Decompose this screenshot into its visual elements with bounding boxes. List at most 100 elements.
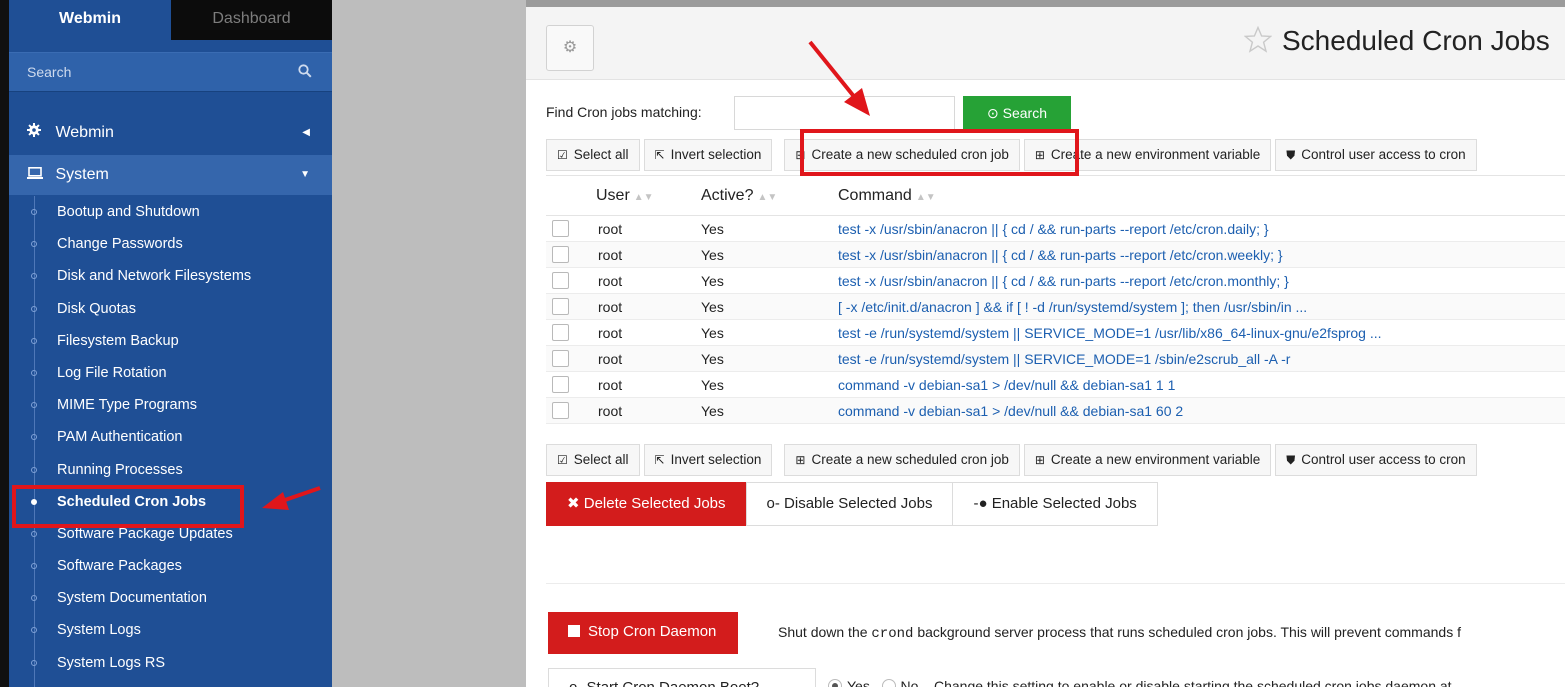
sidebar-item-change-passwords[interactable]: Change Passwords [9, 228, 332, 260]
create-env-var-button[interactable]: ⊞ Create a new environment variable [1023, 444, 1272, 476]
cell-active: Yes [701, 397, 838, 424]
check-circle-icon: ⊙ [987, 104, 999, 121]
stop-desc-pre: Shut down the [778, 624, 868, 640]
table-row: root Yes test -x /usr/sbin/anacron || { cd… [546, 241, 1565, 268]
checkbox-icon: ☑ [557, 148, 568, 162]
times-circle-icon: ✖ [567, 495, 580, 512]
cell-command-link[interactable]: test -x /usr/sbin/anacron || { cd / && r… [838, 267, 1565, 294]
cell-command-link[interactable]: test -e /run/systemd/system || SERVICE_M… [838, 319, 1565, 346]
row-checkbox[interactable] [552, 298, 569, 316]
category-webmin[interactable]: Webmin ◀ [9, 115, 332, 151]
invert-selection-button[interactable]: ⇱ Invert selection [643, 444, 773, 476]
tab-dashboard[interactable]: Dashboard [171, 0, 332, 40]
invert-selection-label: Invert selection [670, 147, 762, 162]
table-row: root Yes test -e /run/systemd/system || SE… [546, 319, 1565, 346]
sidebar-item-system-documentation[interactable]: System Documentation [9, 582, 332, 614]
sidebar-module-list: Bootup and Shutdown Change Passwords Dis… [9, 196, 332, 679]
bullet-icon [31, 563, 37, 570]
sidebar-search-input[interactable] [27, 61, 287, 83]
row-checkbox[interactable] [552, 350, 569, 368]
table-header-row: User ▲▼ Active? ▲▼ Command ▲▼ [546, 175, 1565, 216]
sidebar-item-mime-types[interactable]: MIME Type Programs [9, 389, 332, 421]
select-all-button[interactable]: ☑ Select all [546, 139, 640, 171]
disable-label: Disable Selected Jobs [784, 495, 933, 512]
find-cron-input[interactable] [734, 96, 955, 130]
bullet-icon [31, 434, 37, 441]
highlight-cron-jobs-item [12, 485, 244, 528]
sidebar-item-disk-network-fs[interactable]: Disk and Network Filesystems [9, 260, 332, 292]
disable-selected-jobs-button[interactable]: o- Disable Selected Jobs [745, 482, 954, 526]
sidebar-item-pam[interactable]: PAM Authentication [9, 421, 332, 453]
control-access-button[interactable]: ⛊ Control user access to cron [1275, 139, 1477, 171]
create-cron-job-button[interactable]: ⊞ Create a new scheduled cron job [784, 444, 1020, 476]
stop-icon [568, 625, 580, 637]
search-button[interactable]: ⊙ Search [963, 96, 1071, 130]
star-icon[interactable] [1243, 25, 1273, 60]
boot-yes-radio[interactable] [828, 679, 842, 687]
create-env-var-label: Create a new environment variable [1050, 147, 1261, 162]
sidebar-item-label: Change Passwords [57, 236, 183, 253]
sidebar-item-filesystem-backup[interactable]: Filesystem Backup [9, 325, 332, 357]
delete-selected-jobs-button[interactable]: ✖ Delete Selected Jobs [546, 482, 747, 526]
cell-command-link[interactable]: test -x /usr/sbin/anacron || { cd / && r… [838, 215, 1565, 242]
header-command[interactable]: Command ▲▼ [838, 175, 1565, 216]
sidebar-item-label: Running Processes [57, 461, 183, 478]
select-all-button[interactable]: ☑ Select all [546, 444, 640, 476]
cell-user: root [596, 319, 701, 346]
sidebar-item-system-logs-rs[interactable]: System Logs RS [9, 647, 332, 679]
bullet-icon [31, 402, 37, 409]
sidebar: Webmin Dashboard Webmin ◀ System ▼ Bootu… [0, 0, 332, 687]
stop-cron-daemon-button[interactable]: Stop Cron Daemon [548, 612, 738, 654]
sidebar-item-label: Software Package Updates [57, 525, 233, 542]
sidebar-item-bootup[interactable]: Bootup and Shutdown [9, 196, 332, 228]
start-cron-daemon-boot-button[interactable]: o- Start Cron Daemon Boot? [548, 668, 816, 687]
page-title-text: Scheduled Cron Jobs [1282, 25, 1550, 56]
row-checkbox[interactable] [552, 246, 569, 264]
search-icon[interactable] [298, 64, 312, 81]
header-select [546, 175, 596, 216]
sidebar-item-software-packages[interactable]: Software Packages [9, 550, 332, 582]
cell-active: Yes [701, 241, 838, 268]
module-config-button[interactable]: ⚙ [546, 25, 594, 71]
cell-command-link[interactable]: test -e /run/systemd/system || SERVICE_M… [838, 345, 1565, 372]
boot-description: Change this setting to enable or disable… [933, 678, 1452, 687]
row-checkbox[interactable] [552, 376, 569, 394]
sidebar-item-label: Disk and Network Filesystems [57, 268, 252, 285]
boot-no-radio[interactable] [881, 679, 896, 687]
row-checkbox[interactable] [552, 402, 569, 420]
cell-command-link[interactable]: command -v debian-sa1 > /dev/null && deb… [838, 371, 1565, 398]
job-actions: ✖ Delete Selected Jobs o- Disable Select… [546, 482, 1158, 526]
control-access-button[interactable]: ⛊ Control user access to cron [1275, 444, 1477, 476]
sidebar-item-system-logs[interactable]: System Logs [9, 614, 332, 646]
divider [546, 583, 1565, 584]
enable-selected-jobs-button[interactable]: -● Enable Selected Jobs [952, 482, 1158, 526]
shield-icon: ⛊ [1286, 453, 1296, 467]
gear-icon [27, 115, 45, 151]
cell-command-link[interactable]: [ -x /etc/init.d/anacron ] && if [ ! -d … [838, 293, 1565, 320]
sort-icon: ▲▼ [633, 191, 654, 203]
sort-icon: ▲▼ [757, 191, 778, 203]
bullet-icon [31, 627, 37, 634]
tab-webmin[interactable]: Webmin [9, 0, 171, 40]
select-all-label: Select all [573, 452, 629, 467]
header-user[interactable]: User ▲▼ [596, 175, 701, 216]
cell-command-link[interactable]: command -v debian-sa1 > /dev/null && deb… [838, 397, 1565, 424]
control-access-label: Control user access to cron [1301, 452, 1466, 467]
cell-user: root [596, 241, 701, 268]
sidebar-item-log-rotation[interactable]: Log File Rotation [9, 357, 332, 389]
sidebar-item-disk-quotas[interactable]: Disk Quotas [9, 293, 332, 325]
header-active[interactable]: Active? ▲▼ [701, 175, 838, 216]
sidebar-item-running-processes[interactable]: Running Processes [9, 454, 332, 486]
invert-selection-button[interactable]: ⇱ Invert selection [643, 139, 773, 171]
invert-selection-label: Invert selection [670, 452, 762, 467]
category-system[interactable]: System ▼ [9, 155, 332, 195]
header-user-label: User [596, 186, 630, 204]
gear-icon: ⚙ [562, 39, 578, 56]
sidebar-search [9, 52, 332, 92]
row-checkbox[interactable] [552, 272, 569, 290]
cell-command-link[interactable]: test -x /usr/sbin/anacron || { cd / && r… [838, 241, 1565, 268]
row-checkbox[interactable] [552, 324, 569, 342]
table-row: root Yes command -v debian-sa1 > /dev/null… [546, 371, 1565, 398]
sidebar-item-label: Log File Rotation [57, 364, 167, 381]
row-checkbox[interactable] [552, 220, 569, 238]
